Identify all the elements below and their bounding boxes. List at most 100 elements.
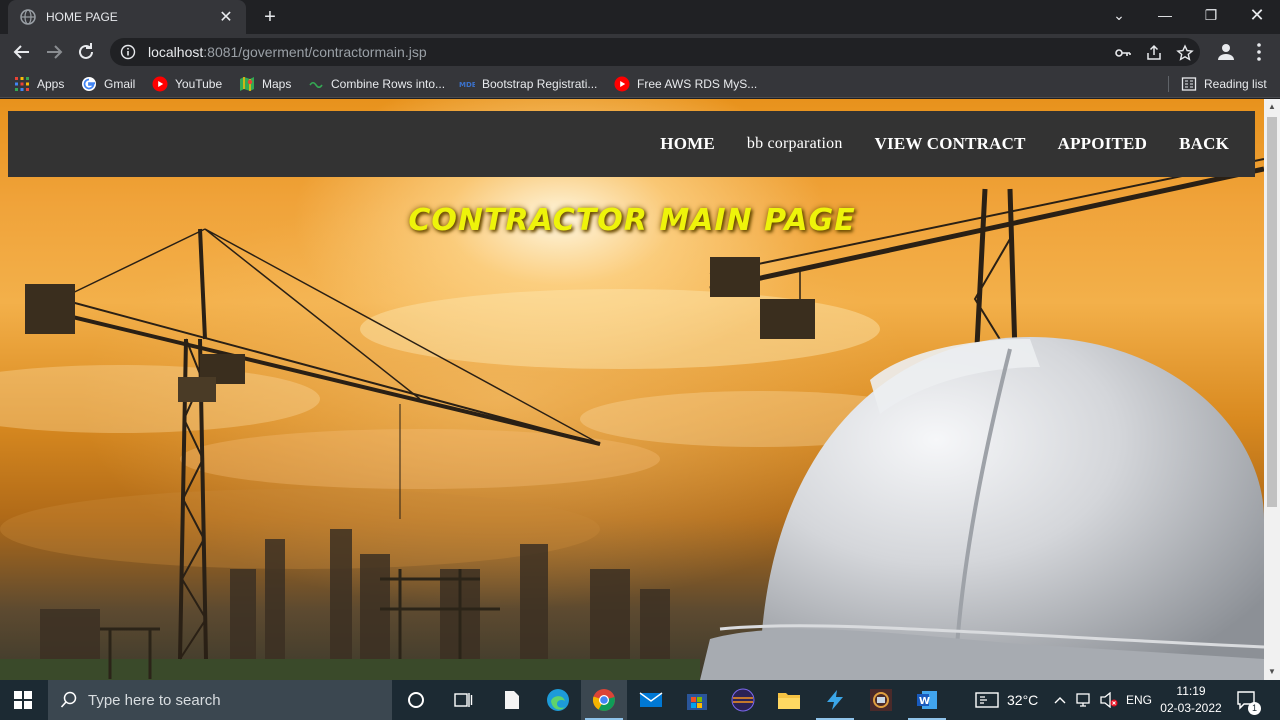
bookmark-bootstrap[interactable]: MDB Bootstrap Registrati... bbox=[459, 75, 597, 93]
site-navbar: HOME bb corparation VIEW CONTRACT APPOIT… bbox=[8, 111, 1255, 177]
scroll-down-icon[interactable]: ▼ bbox=[1264, 664, 1280, 680]
weather-icon bbox=[975, 692, 999, 708]
link-icon bbox=[309, 81, 323, 89]
volume-muted-icon bbox=[1100, 692, 1118, 708]
weather-widget[interactable]: 32°C bbox=[975, 680, 1038, 720]
temperature-text: 32°C bbox=[1007, 692, 1039, 708]
scrollbar-thumb[interactable] bbox=[1267, 117, 1277, 507]
nav-appointed-link[interactable]: APPOITED bbox=[1042, 134, 1163, 154]
language-indicator[interactable]: ENG bbox=[1126, 680, 1152, 720]
network-button[interactable] bbox=[1076, 680, 1094, 720]
bookmark-youtube[interactable]: YouTube bbox=[152, 75, 222, 93]
globe-icon bbox=[20, 9, 36, 25]
task-view-icon bbox=[454, 693, 473, 707]
volume-button[interactable] bbox=[1099, 680, 1119, 720]
taskbar-mail-app[interactable] bbox=[628, 680, 674, 720]
mdb-icon: MDB bbox=[459, 81, 475, 89]
maps-icon bbox=[240, 77, 254, 91]
bookmark-gmail[interactable]: Gmail bbox=[81, 75, 135, 93]
taskbar-azure-studio-app[interactable] bbox=[812, 680, 858, 720]
reload-icon[interactable] bbox=[74, 40, 98, 64]
eclipse-icon bbox=[731, 688, 755, 712]
mail-icon bbox=[639, 692, 663, 707]
chevron-up-icon bbox=[1054, 697, 1066, 704]
bookmarks-bar: Apps Gmail YouTube Maps Combine Rows int… bbox=[0, 70, 1280, 98]
profile-icon[interactable] bbox=[1214, 40, 1238, 64]
task-view-button[interactable] bbox=[440, 680, 486, 720]
bookmark-label: Apps bbox=[37, 77, 65, 91]
url-host: localhost bbox=[148, 44, 204, 60]
network-icon bbox=[1076, 693, 1090, 707]
restore-button[interactable]: ❐ bbox=[1188, 0, 1234, 30]
forward-arrow-icon[interactable] bbox=[42, 40, 66, 64]
close-tab-icon[interactable]: ✕ bbox=[218, 7, 234, 27]
taskbar-clock[interactable]: 11:19 02-03-2022 bbox=[1158, 683, 1224, 717]
address-bar[interactable]: localhost:8081/goverment/contractormain.… bbox=[110, 38, 1200, 66]
svg-text:MDB: MDB bbox=[459, 81, 475, 89]
show-hidden-icons-button[interactable] bbox=[1053, 680, 1067, 720]
taskbar-edge-app[interactable] bbox=[535, 680, 581, 720]
bookmark-label: Bootstrap Registrati... bbox=[482, 77, 598, 91]
bookmark-separator bbox=[1168, 76, 1169, 92]
construction-background-image bbox=[0, 158, 1264, 680]
google-icon bbox=[82, 77, 96, 91]
start-button[interactable] bbox=[0, 680, 46, 720]
lightning-icon bbox=[827, 690, 843, 710]
notification-badge: 1 bbox=[1248, 702, 1261, 715]
scroll-up-icon[interactable]: ▲ bbox=[1264, 99, 1280, 115]
taskbar-mysql-app[interactable] bbox=[858, 680, 904, 720]
tab-title: HOME PAGE bbox=[46, 10, 118, 24]
folder-icon bbox=[778, 693, 800, 709]
taskbar-file-explorer-app[interactable] bbox=[766, 680, 812, 720]
browser-toolbar: localhost:8081/goverment/contractormain.… bbox=[0, 34, 1280, 70]
action-center-button[interactable]: 1 bbox=[1236, 680, 1261, 720]
nav-home-link[interactable]: HOME bbox=[644, 134, 731, 154]
youtube-icon bbox=[614, 76, 630, 92]
bookmark-star-icon[interactable] bbox=[1176, 44, 1194, 62]
cortana-button[interactable] bbox=[393, 680, 439, 720]
nav-view-contract-link[interactable]: VIEW CONTRACT bbox=[859, 134, 1042, 154]
page-scrollbar[interactable]: ▲ ▼ bbox=[1264, 99, 1280, 680]
close-window-button[interactable]: ✕ bbox=[1234, 0, 1280, 30]
edge-browser-icon bbox=[547, 689, 569, 711]
bookmark-aws-rds[interactable]: Free AWS RDS MyS... bbox=[614, 75, 757, 93]
info-icon[interactable] bbox=[120, 44, 136, 60]
key-icon[interactable] bbox=[1114, 44, 1132, 62]
bookmark-combine-rows[interactable]: Combine Rows into... bbox=[308, 75, 445, 93]
clock-time: 11:19 bbox=[1176, 684, 1206, 698]
new-tab-button[interactable]: + bbox=[258, 6, 282, 28]
browser-tab[interactable]: HOME PAGE ✕ bbox=[8, 0, 246, 34]
back-arrow-icon[interactable] bbox=[10, 40, 34, 64]
bookmark-label: Maps bbox=[262, 77, 292, 91]
tab-strip: HOME PAGE ✕ + ⌄ — ❐ ✕ bbox=[0, 0, 1280, 34]
tab-search-icon[interactable]: ⌄ bbox=[1096, 0, 1142, 30]
menu-dots-icon[interactable] bbox=[1247, 40, 1271, 64]
reading-list-button[interactable]: Reading list bbox=[1181, 75, 1267, 93]
database-app-icon bbox=[870, 689, 892, 711]
taskbar-eclipse-app[interactable] bbox=[720, 680, 766, 720]
taskbar-word-app[interactable]: W bbox=[904, 680, 950, 720]
bookmark-maps[interactable]: Maps bbox=[239, 75, 291, 93]
store-icon bbox=[687, 694, 707, 710]
url-text: localhost:8081/goverment/contractormain.… bbox=[148, 44, 427, 60]
share-icon[interactable] bbox=[1145, 44, 1163, 62]
taskbar-search-placeholder: Type here to search bbox=[88, 691, 221, 709]
reading-list-icon bbox=[1181, 77, 1197, 91]
nav-back-link[interactable]: BACK bbox=[1163, 134, 1245, 154]
reading-list-label: Reading list bbox=[1204, 77, 1267, 91]
bookmark-label: YouTube bbox=[175, 77, 223, 91]
nav-company-link[interactable]: bb corparation bbox=[731, 135, 859, 153]
search-icon bbox=[60, 691, 77, 708]
taskbar-file-app[interactable] bbox=[489, 680, 535, 720]
bookmark-label: Gmail bbox=[104, 77, 136, 91]
taskbar-chrome-app[interactable] bbox=[581, 680, 627, 720]
taskbar-store-app[interactable] bbox=[674, 680, 720, 720]
minimize-button[interactable]: — bbox=[1142, 0, 1188, 30]
bookmark-apps[interactable]: Apps bbox=[14, 75, 64, 93]
file-icon bbox=[505, 691, 519, 709]
clock-date: 02-03-2022 bbox=[1160, 701, 1222, 715]
apps-grid-icon bbox=[15, 77, 29, 91]
taskbar-search-box[interactable]: Type here to search bbox=[48, 680, 392, 720]
bookmark-label: Free AWS RDS MyS... bbox=[637, 77, 758, 91]
svg-text:W: W bbox=[919, 696, 930, 707]
